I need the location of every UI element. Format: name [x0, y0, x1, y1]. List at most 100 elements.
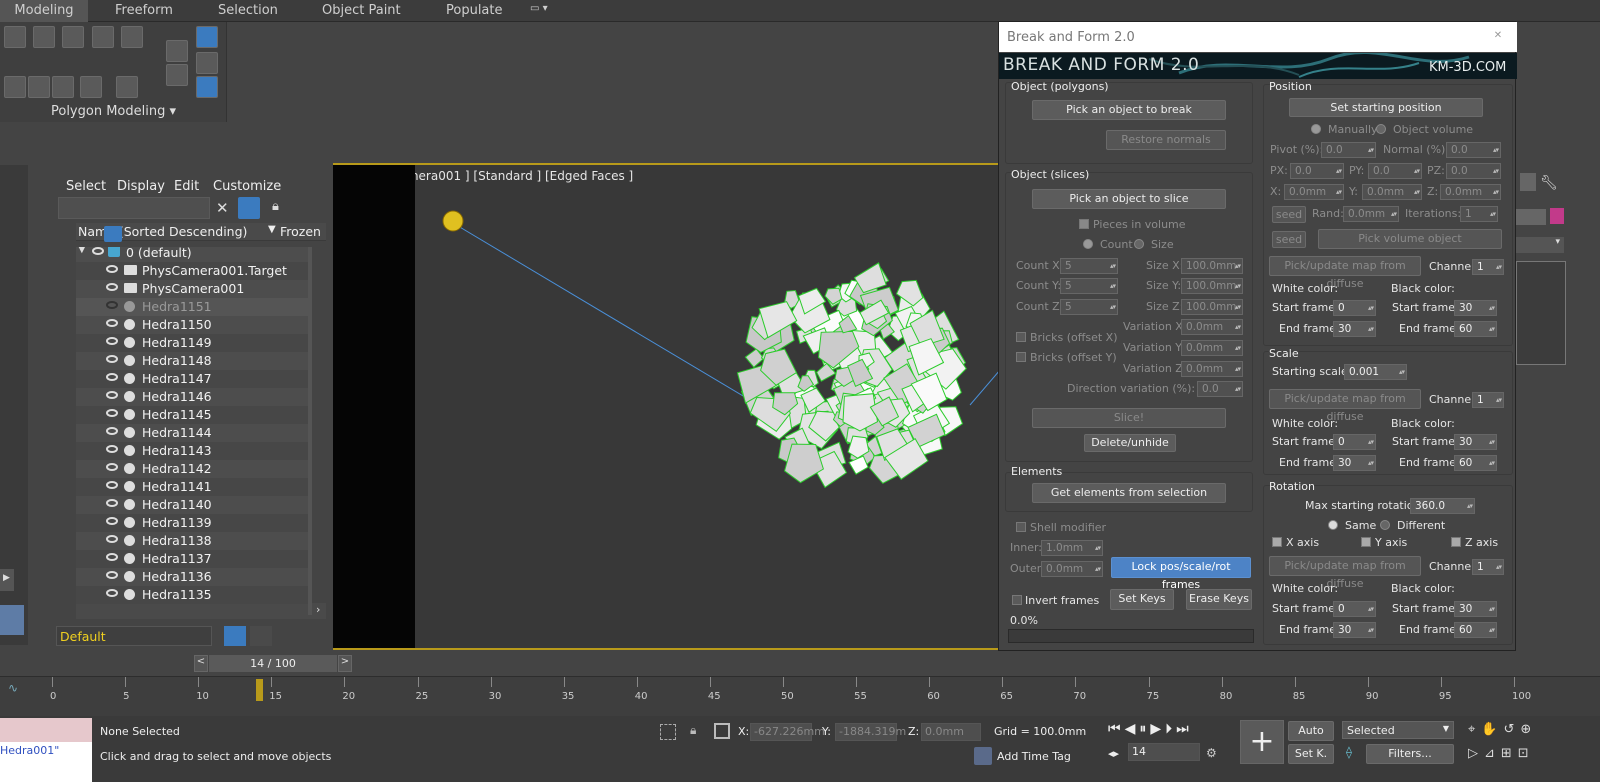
- bricks-y-checkbox[interactable]: [1016, 352, 1026, 362]
- filters-button[interactable]: Filters...: [1366, 744, 1454, 764]
- hierarchy-icon[interactable]: [250, 626, 272, 646]
- z-spinner[interactable]: 0.0mm: [1440, 184, 1501, 200]
- time-tag-icon[interactable]: [974, 747, 992, 765]
- shard-cluster[interactable]: [736, 262, 967, 489]
- max-rotation-spinner[interactable]: 360.0: [1410, 498, 1475, 514]
- tree-row[interactable]: Hedra1142: [76, 460, 312, 478]
- eye-icon[interactable]: [106, 499, 118, 507]
- time-slider[interactable]: 14 / 100: [209, 655, 337, 672]
- menu-select[interactable]: Select: [66, 179, 106, 194]
- vertical-scrollbar[interactable]: [308, 247, 312, 615]
- tree-row[interactable]: Hedra1151: [76, 298, 312, 316]
- border-icon[interactable]: [62, 26, 84, 48]
- clear-search-icon[interactable]: ✕: [216, 199, 229, 217]
- layer-dropdown[interactable]: Default: [56, 626, 212, 646]
- prev-frame-icon[interactable]: <: [194, 655, 208, 672]
- eye-icon[interactable]: [106, 283, 118, 291]
- end-frame-black-position-spinner[interactable]: 60: [1454, 321, 1497, 337]
- manually-radio[interactable]: [1311, 124, 1321, 134]
- menu-edit[interactable]: Edit: [174, 179, 199, 194]
- restore-normals-button[interactable]: Restore normals: [1106, 130, 1226, 150]
- navigation-controls[interactable]: ⌖✋↺⊕: [1468, 722, 1537, 737]
- erase-keys-button[interactable]: Erase Keys: [1186, 589, 1252, 610]
- key-tangent-icon[interactable]: ⟠: [1346, 745, 1352, 759]
- modify-mode-icon[interactable]: [166, 40, 188, 62]
- eye-icon[interactable]: [106, 553, 118, 561]
- object-volume-radio[interactable]: [1376, 124, 1386, 134]
- rand-spinner[interactable]: 0.0mm: [1343, 206, 1399, 222]
- tab-object-paint[interactable]: Object Paint: [322, 3, 401, 18]
- start-frame-white-rotation-spinner[interactable]: 0: [1333, 601, 1376, 617]
- tab-selection[interactable]: Selection: [218, 3, 278, 18]
- edge-icon[interactable]: [33, 26, 55, 48]
- invert-frames-checkbox[interactable]: [1012, 595, 1022, 605]
- y-spinner[interactable]: 0.0mm: [1362, 184, 1422, 200]
- eye-icon[interactable]: [106, 355, 118, 363]
- start-frame-white-scale-spinner[interactable]: 0: [1333, 434, 1376, 450]
- pick-object-slice-button[interactable]: Pick an object to slice: [1032, 189, 1226, 209]
- camera-target-icon[interactable]: [442, 210, 464, 232]
- ring-icon[interactable]: [80, 76, 102, 98]
- set-starting-position-button[interactable]: Set starting position: [1289, 98, 1483, 117]
- pick-map-rotation-button[interactable]: Pick/update map from diffuse: [1269, 556, 1421, 590]
- py-spinner[interactable]: 0.0: [1368, 163, 1422, 179]
- eye-icon[interactable]: [106, 445, 118, 453]
- eye-icon[interactable]: [106, 481, 118, 489]
- sort-icon[interactable]: ▼: [268, 224, 276, 235]
- expand-arrow-icon[interactable]: ▶: [0, 569, 14, 591]
- loop-icon[interactable]: [52, 76, 74, 98]
- polygon-modeling-label[interactable]: Polygon Modeling ▾: [0, 104, 227, 119]
- eye-icon[interactable]: [106, 391, 118, 399]
- normal-spinner[interactable]: 0.0: [1446, 142, 1501, 158]
- eye-icon[interactable]: [106, 337, 118, 345]
- navigation-controls-2[interactable]: ▷⊿⊞⊡: [1468, 746, 1535, 761]
- tree-row[interactable]: Hedra1147: [76, 370, 312, 388]
- tree-row[interactable]: Hedra1150: [76, 316, 312, 334]
- seed2-button[interactable]: seed: [1272, 231, 1306, 248]
- px-spinner[interactable]: 0.0: [1290, 163, 1344, 179]
- set-key-button[interactable]: Set K.: [1288, 744, 1334, 764]
- preview-icon[interactable]: [116, 76, 138, 98]
- shell-modifier-checkbox[interactable]: [1016, 522, 1026, 532]
- lock-icon[interactable]: 🔒︎: [272, 199, 279, 214]
- tree-row[interactable]: Hedra1140: [76, 496, 312, 514]
- viewport[interactable]: [+] [PhysCamera001 ] [Standard ] [Edged …: [333, 163, 1003, 650]
- curve-editor-icon[interactable]: ∿: [8, 681, 18, 695]
- tab-modeling[interactable]: Modeling: [0, 0, 88, 22]
- key-mode-icon[interactable]: ◂▸: [1108, 747, 1119, 760]
- filter-icon[interactable]: [238, 197, 260, 219]
- tree-row[interactable]: PhysCamera001: [76, 280, 312, 298]
- next-frame-icon[interactable]: >: [338, 655, 352, 672]
- start-frame-black-rotation-spinner[interactable]: 30: [1454, 601, 1497, 617]
- starting-scale-spinner[interactable]: 0.001: [1344, 364, 1407, 380]
- modifier-list-dropdown[interactable]: ▾: [1516, 237, 1564, 253]
- x-spinner[interactable]: 0.0mm: [1284, 184, 1344, 200]
- eye-icon[interactable]: [92, 247, 104, 255]
- tree-row[interactable]: Hedra1143: [76, 442, 312, 460]
- close-icon[interactable]: ✕: [1489, 30, 1507, 46]
- count-y-spinner[interactable]: 5: [1060, 278, 1118, 294]
- eye-icon[interactable]: [106, 535, 118, 543]
- absolute-mode-icon[interactable]: [714, 723, 730, 739]
- create-plus-button[interactable]: +: [1240, 720, 1284, 764]
- tree-row[interactable]: Hedra1139: [76, 514, 312, 532]
- menu-customize[interactable]: Customize: [213, 179, 281, 194]
- bricks-x-checkbox[interactable]: [1016, 332, 1026, 342]
- end-frame-black-rotation-spinner[interactable]: 60: [1454, 622, 1497, 638]
- outer-spinner[interactable]: 0.0mm: [1041, 561, 1103, 577]
- modify-tab-icon[interactable]: [1520, 173, 1536, 191]
- current-frame-field[interactable]: 14: [1128, 743, 1200, 761]
- auto-key-button[interactable]: Auto: [1288, 721, 1334, 741]
- eye-icon[interactable]: [106, 427, 118, 435]
- toggle-pin-icon[interactable]: [196, 76, 218, 98]
- tree-row[interactable]: Hedra1144: [76, 424, 312, 442]
- column-frozen-header[interactable]: Frozen: [280, 224, 321, 239]
- y-coord-field[interactable]: -1884.319m: [835, 723, 906, 741]
- start-frame-black-scale-spinner[interactable]: 30: [1454, 434, 1497, 450]
- tree-row[interactable]: Hedra1148: [76, 352, 312, 370]
- size-y-spinner[interactable]: 100.0mm: [1181, 278, 1243, 294]
- display-geometry-icon[interactable]: [104, 226, 122, 242]
- channel-rotation-spinner[interactable]: 1: [1472, 559, 1504, 575]
- channel-scale-spinner[interactable]: 1: [1472, 392, 1504, 408]
- end-frame-white-scale-spinner[interactable]: 30: [1333, 455, 1376, 471]
